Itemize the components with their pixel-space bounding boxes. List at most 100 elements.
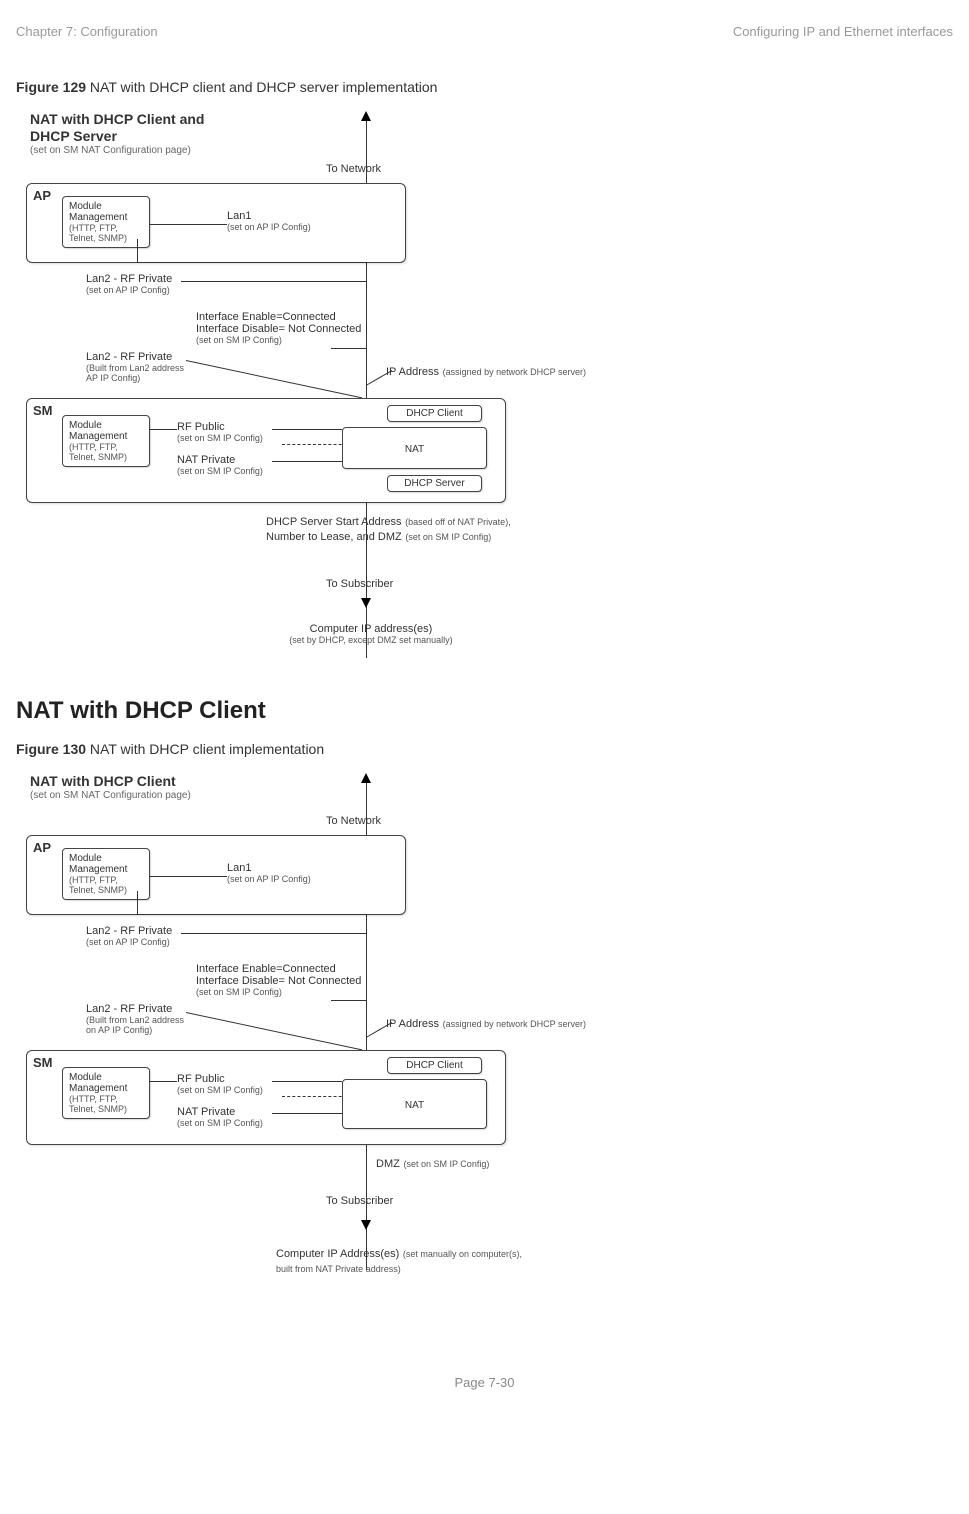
to-sub-label-2: To Subscriber: [326, 1195, 393, 1207]
lan2b-label: Lan2 - RF Private: [86, 351, 184, 363]
ip-addr-sub: (assigned by network DHCP server): [443, 367, 586, 377]
if-disable: Interface Disable= Not Connected: [196, 323, 361, 335]
sm-label-2: SM: [33, 1055, 53, 1070]
to-network-label-2: To Network: [326, 815, 381, 827]
dhcp-start-sub: (based off of NAT Private),: [405, 517, 511, 527]
sm-module-sub: (HTTP, FTP, Telnet, SNMP): [69, 442, 143, 462]
lan2-pointer-2: [181, 933, 366, 934]
lan2-label-2: Lan2 - RF Private: [86, 925, 172, 937]
comp-ip-sub: (set by DHCP, except DMZ set manually): [256, 635, 486, 645]
rf-public-label: RF Public: [177, 421, 263, 433]
sm-module-box-2: Module Management (HTTP, FTP, Telnet, SN…: [62, 1067, 150, 1119]
title-sub: (set on SM NAT Configuration page): [30, 145, 204, 156]
if-sub-2: (set on SM IP Config): [196, 987, 361, 997]
ap-box: AP Module Management (HTTP, FTP, Telnet,…: [26, 183, 406, 263]
arrow-down-icon: [361, 598, 371, 608]
dhcp-client-box-2: DHCP Client: [387, 1057, 482, 1074]
nat-private-line: [272, 461, 342, 462]
module-down-line-2: [137, 891, 138, 915]
nat-box: NAT: [342, 427, 487, 469]
nat-private-sub: (set on SM IP Config): [177, 466, 263, 476]
ip-addr-sub-2: (assigned by network DHCP server): [443, 1019, 586, 1029]
lan1-sub-2: (set on AP IP Config): [227, 874, 311, 884]
diag2-title-sub: (set on SM NAT Configuration page): [30, 790, 191, 801]
if-enable-2: Interface Enable=Connected: [196, 963, 361, 975]
figure-130-caption: Figure 130 NAT with DHCP client implemen…: [16, 741, 953, 757]
lan2-pointer: [181, 281, 366, 282]
ip-pointer: [366, 370, 392, 386]
diag2-title: NAT with DHCP Client: [30, 773, 191, 790]
dmz-sub: (set on SM IP Config): [403, 1159, 489, 1169]
rf-public-line-2a: [149, 1081, 177, 1082]
arrow-up-icon: [361, 111, 371, 121]
sm-box: SM Module Management (HTTP, FTP, Telnet,…: [26, 398, 506, 503]
header-left: Chapter 7: Configuration: [16, 24, 158, 39]
lan2-sub: (set on AP IP Config): [86, 285, 172, 295]
module-sub: (HTTP, FTP, Telnet, SNMP): [69, 223, 143, 243]
rf-public-sub: (set on SM IP Config): [177, 433, 263, 443]
figure-129-bold: Figure 129: [16, 79, 86, 95]
title-l1: NAT with DHCP Client and: [30, 111, 204, 127]
lan2b-pointer-2: [186, 1012, 362, 1050]
lan2b-sub2: AP IP Config): [86, 373, 184, 383]
rf-public-line2: [272, 429, 342, 430]
lan1-sub: (set on AP IP Config): [227, 222, 311, 232]
figure-130-rest: NAT with DHCP client implementation: [86, 741, 324, 757]
lan2b-label-2: Lan2 - RF Private: [86, 1003, 184, 1015]
lan2b-sub1: (Built from Lan2 address: [86, 363, 184, 373]
lan1-line-2: [149, 876, 227, 877]
rf-public-label-2: RF Public: [177, 1073, 263, 1085]
num-lease-sub: (set on SM IP Config): [405, 532, 491, 542]
rf-public-line: [149, 429, 177, 430]
lan1-label-2: Lan1: [227, 862, 311, 874]
module-label: Module Management: [69, 201, 143, 223]
lan2b-sub1-2: (Built from Lan2 address: [86, 1015, 184, 1025]
to-network-label: To Network: [326, 163, 381, 175]
figure-129-caption: Figure 129 NAT with DHCP client and DHCP…: [16, 79, 953, 95]
dhcp-client-box: DHCP Client: [387, 405, 482, 422]
page-footer: Page 7-30: [16, 1375, 953, 1390]
module-join-line-2: [137, 914, 367, 915]
module-sub-2: (HTTP, FTP, Telnet, SNMP): [69, 875, 143, 895]
diag-title: NAT with DHCP Client and DHCP Server: [30, 111, 204, 145]
if-enable: Interface Enable=Connected: [196, 311, 361, 323]
ip-addr-label: IP Address: [386, 366, 439, 378]
lan2b-pointer: [186, 360, 362, 398]
if-pointer-2: [331, 1000, 366, 1001]
arrow-down-icon-2: [361, 1220, 371, 1230]
dhcp-start-label: DHCP Server Start Address: [266, 516, 402, 528]
ap-box-2: AP Module Management (HTTP, FTP, Telnet,…: [26, 835, 406, 915]
ip-pointer-2: [366, 1022, 392, 1038]
if-pointer: [331, 348, 366, 349]
nat-private-label: NAT Private: [177, 454, 263, 466]
num-lease-label: Number to Lease, and DMZ: [266, 531, 402, 543]
sm-label: SM: [33, 403, 53, 418]
module-join-line: [137, 262, 367, 263]
rf-public-sub-2: (set on SM IP Config): [177, 1085, 263, 1095]
nat-private-label-2: NAT Private: [177, 1106, 263, 1118]
arrow-up-icon-2: [361, 773, 371, 783]
ip-addr-label-2: IP Address: [386, 1018, 439, 1030]
rf-public-line-2b: [272, 1081, 342, 1082]
comp-ip-label: Computer IP address(es): [256, 623, 486, 635]
lan2-sub-2: (set on AP IP Config): [86, 937, 172, 947]
if-disable-2: Interface Disable= Not Connected: [196, 975, 361, 987]
lan1-line: [149, 224, 227, 225]
module-label-2: Module Management: [69, 853, 143, 875]
header-right: Configuring IP and Ethernet interfaces: [733, 24, 953, 39]
title-l2: DHCP Server: [30, 128, 117, 144]
sm-module-label-2: Module Management: [69, 1072, 143, 1094]
ap-label-2: AP: [33, 840, 51, 855]
dmz-label: DMZ: [376, 1158, 400, 1170]
lan2-label: Lan2 - RF Private: [86, 273, 172, 285]
sm-module-box: Module Management (HTTP, FTP, Telnet, SN…: [62, 415, 150, 467]
figure-129-rest: NAT with DHCP client and DHCP server imp…: [86, 79, 437, 95]
to-sub-label: To Subscriber: [326, 578, 393, 590]
lan2b-sub2-2: on AP IP Config): [86, 1025, 184, 1035]
nat-private-line-2: [272, 1113, 342, 1114]
figure-130-diagram: NAT with DHCP Client (set on SM NAT Conf…: [26, 765, 606, 1305]
page-header: Chapter 7: Configuration Configuring IP …: [16, 24, 953, 39]
sm-module-label: Module Management: [69, 420, 143, 442]
nat-private-sub-2: (set on SM IP Config): [177, 1118, 263, 1128]
module-down-line: [137, 239, 138, 263]
